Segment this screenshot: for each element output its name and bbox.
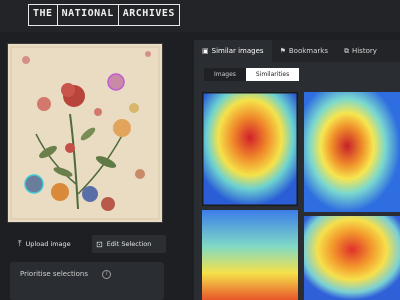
image-icon: ▣: [202, 47, 209, 55]
edit-selection-button[interactable]: ⊡ Edit Selection: [92, 235, 166, 253]
results-panel: ▣ Similar images ⚑ Bookmarks ⧉ History I…: [194, 40, 400, 300]
upload-image-label: Upload image: [25, 240, 71, 248]
heatmap-image: [304, 92, 400, 212]
view-toggle: Images Similarities: [204, 68, 300, 81]
logo-word-national: NATIONAL: [56, 5, 118, 25]
edit-selection-label: Edit Selection: [106, 240, 152, 248]
bookmark-icon: ⚑: [279, 47, 286, 55]
result-thumbnail[interactable]: [202, 92, 298, 206]
history-icon: ⧉: [343, 46, 349, 55]
heatmap-image: [202, 92, 298, 206]
info-icon[interactable]: i: [102, 270, 111, 279]
logo-word-the: THE: [33, 8, 53, 19]
top-header: THE NATIONAL ARCHIVES: [0, 0, 400, 32]
tab-similar-images[interactable]: ▣ Similar images: [194, 40, 272, 62]
tab-similar-images-label: Similar images: [211, 47, 264, 55]
result-thumbnail[interactable]: [304, 216, 400, 300]
crop-icon: ⊡: [96, 239, 103, 249]
similarity-results-grid: [202, 92, 400, 300]
national-archives-logo[interactable]: THE NATIONAL ARCHIVES: [28, 4, 180, 26]
floral-artwork-graphic: [8, 44, 162, 222]
prioritise-selections-panel[interactable]: Prioritise selections i: [10, 262, 164, 300]
subtab-images[interactable]: Images: [204, 68, 246, 81]
tab-bookmarks[interactable]: ⚑ Bookmarks: [272, 40, 336, 62]
results-tabs: ▣ Similar images ⚑ Bookmarks ⧉ History: [194, 40, 400, 62]
upload-icon: ⤒: [18, 239, 22, 248]
uploaded-artwork-image[interactable]: [8, 44, 162, 222]
prioritise-selections-label: Prioritise selections: [20, 270, 89, 278]
tab-history-label: History: [351, 47, 377, 55]
logo-word-archives: ARCHIVES: [117, 5, 179, 25]
tab-bookmarks-label: Bookmarks: [288, 47, 328, 55]
heatmap-image: [304, 216, 400, 300]
tab-history[interactable]: ⧉ History: [336, 40, 385, 62]
heatmap-image: [202, 210, 298, 300]
upload-image-button[interactable]: ⤒ Upload image: [14, 235, 88, 253]
image-action-buttons: ⤒ Upload image ⊡ Edit Selection: [14, 235, 166, 253]
result-thumbnail[interactable]: [304, 92, 400, 212]
result-thumbnail[interactable]: [202, 210, 298, 300]
subtab-similarities[interactable]: Similarities: [245, 68, 300, 81]
